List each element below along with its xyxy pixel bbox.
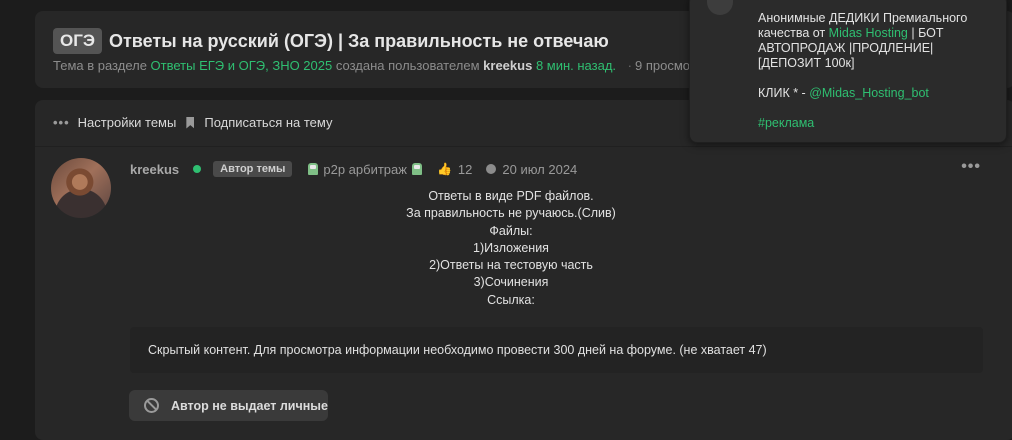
- ad-bot-link[interactable]: @Midas_Hosting_bot: [809, 86, 929, 100]
- post-body-line: Ответы в виде PDF файлов.: [428, 189, 594, 203]
- meta-created-text: создана пользователем: [332, 58, 484, 73]
- thread-meta: Тема в разделе Ответы ЕГЭ и ОГЭ, ЗНО 202…: [53, 58, 703, 73]
- thread-time-link[interactable]: 8 мин. назад.: [536, 58, 616, 73]
- section-link[interactable]: Ответы ЕГЭ и ОГЭ, ЗНО 2025: [151, 58, 333, 73]
- post-body-line: 1)Изложения: [473, 240, 549, 255]
- group-icon-right: [411, 163, 422, 175]
- post-card: ••• Настройки темы Подписаться на тему k…: [35, 100, 1012, 440]
- thread-prefix-badge[interactable]: ОГЭ: [53, 28, 102, 54]
- post-more-icon[interactable]: •••: [961, 158, 981, 176]
- post-body-line: За правильность не ручаюсь.(Слив): [406, 206, 616, 221]
- post-date[interactable]: 20 июл 2024: [502, 162, 577, 177]
- user-group-label: p2p арбитраж: [323, 161, 407, 177]
- post-username[interactable]: kreekus: [130, 162, 179, 177]
- thread-toolbar: ••• Настройки темы Подписаться на тему: [53, 115, 332, 130]
- clock-icon: [486, 164, 497, 174]
- page: ОГЭ Ответы на русский (ОГЭ) | За правиль…: [0, 0, 1012, 440]
- hidden-content-notice: Скрытый контент. Для просмотра информаци…: [148, 343, 767, 357]
- ad-thumbnail: [707, 0, 733, 15]
- post-body-line: Файлы:: [489, 223, 533, 238]
- ad-popup: Анонимные ДЕДИКИ Премиального качества о…: [689, 0, 1007, 143]
- ad-cta-label: КЛИК * -: [758, 86, 810, 100]
- avatar[interactable]: [51, 158, 111, 218]
- post-header: kreekus Автор темы p2p арбитраж 👍 12 20 …: [130, 161, 577, 177]
- no-dm-label: Автор не выдает личные: [171, 398, 328, 413]
- ad-text: Анонимные ДЕДИКИ Премиального качества о…: [758, 11, 993, 71]
- meta-separator: ·: [627, 58, 633, 73]
- subscribe-button[interactable]: Подписаться на тему: [204, 115, 332, 130]
- more-options-icon[interactable]: •••: [53, 115, 70, 130]
- ad-cta: КЛИК * - @Midas_Hosting_bot: [758, 86, 929, 101]
- post-body-line: Ссылка:: [487, 292, 535, 307]
- like-count: 12: [457, 161, 473, 177]
- thread-settings-button[interactable]: Настройки темы: [78, 115, 177, 130]
- online-status-icon: [193, 165, 202, 173]
- thread-author-link[interactable]: kreekus: [483, 58, 532, 73]
- ban-icon: [144, 398, 159, 413]
- toolbar-divider: [35, 146, 1012, 147]
- ad-hosting-link[interactable]: Midas Hosting: [829, 26, 908, 40]
- group-icon: [308, 163, 319, 175]
- meta-prefix-text: Тема в разделе: [53, 58, 151, 73]
- post-body-line: 2)Ответы на тестовую часть: [429, 258, 593, 273]
- post-body: Ответы в виде PDF файлов. За правильност…: [130, 188, 892, 309]
- bookmark-icon: [186, 116, 195, 129]
- ad-tag-link[interactable]: #реклама: [758, 116, 814, 131]
- post-body-line: 3)Сочинения: [473, 275, 549, 290]
- thread-title: Ответы на русский (ОГЭ) | За правильност…: [108, 30, 609, 51]
- like-icon: 👍: [436, 162, 452, 176]
- hidden-content-box: Скрытый контент. Для просмотра информаци…: [130, 327, 983, 373]
- author-badge: Автор темы: [213, 161, 293, 177]
- no-dm-button[interactable]: Автор не выдает личные: [129, 390, 328, 421]
- thread-title-row: ОГЭ Ответы на русский (ОГЭ) | За правиль…: [53, 28, 609, 54]
